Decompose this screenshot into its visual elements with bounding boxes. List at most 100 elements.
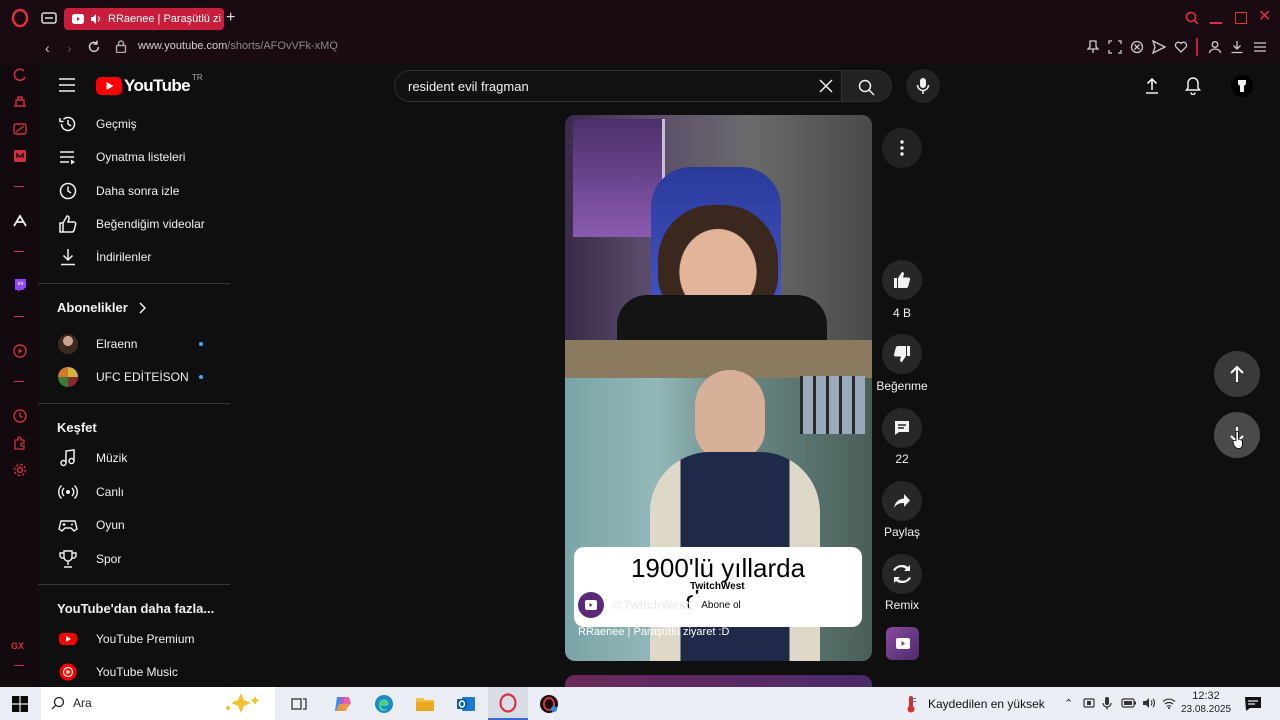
channel-avatar[interactable]	[578, 592, 604, 618]
speaker-icon[interactable]	[90, 13, 102, 25]
pin-icon[interactable]	[1086, 40, 1100, 54]
minimize-button[interactable]	[1210, 22, 1222, 24]
scroll-down-arrow[interactable]: ⌄	[228, 676, 230, 685]
taskbar-opera-gx-active[interactable]	[488, 687, 528, 720]
taskbar-search-box[interactable]: Ara	[41, 687, 275, 720]
sidebar-item-youtube-premium[interactable]: YouTube Premium	[38, 622, 230, 655]
restore-button[interactable]	[1235, 12, 1247, 24]
crypto-wallet-icon[interactable]	[12, 121, 28, 137]
hamburger-menu-icon[interactable]	[58, 77, 76, 93]
dislike-button[interactable]	[882, 334, 922, 374]
messenger-icon[interactable]	[12, 148, 28, 164]
like-button[interactable]	[882, 260, 922, 300]
tab-overview-icon[interactable]	[41, 11, 57, 25]
sidebar-item-live[interactable]: Canlı	[38, 475, 230, 508]
notifications-button[interactable]	[1185, 76, 1201, 95]
sidebar-item-playlists[interactable]: Oynatma listeleri	[38, 140, 230, 173]
thumbs-up-icon	[59, 214, 77, 233]
history-sidebar-icon[interactable]	[12, 408, 28, 424]
show-hidden-icons-button[interactable]: ⌃	[1064, 697, 1073, 710]
remix-button[interactable]	[882, 554, 922, 594]
subscription-item-elraenn[interactable]: Elraenn	[38, 327, 230, 360]
search-input[interactable]: resident evil fragman	[394, 70, 842, 102]
previous-short-button[interactable]	[1214, 351, 1260, 397]
tray-app-icon[interactable]	[1083, 697, 1095, 709]
snapshot-icon[interactable]	[1108, 40, 1122, 54]
easy-setup-icon[interactable]	[1253, 40, 1267, 54]
search-tabs-icon[interactable]	[1185, 11, 1199, 25]
voice-search-button[interactable]	[906, 69, 940, 103]
workspace-icon[interactable]	[12, 94, 28, 110]
address-bar: ‹ › www.youtube.com/shorts/AFOvVFk-xMQ	[0, 36, 1280, 63]
sidebar-item-label: YouTube Premium	[96, 631, 195, 646]
battery-icon[interactable]	[1121, 697, 1137, 709]
shorts-player[interactable]: 1900'lü yıllarda d m: TwitchWest @Twitch…	[565, 115, 872, 661]
subscribe-button[interactable]: Abone ol	[689, 593, 753, 617]
thermometer-icon[interactable]	[904, 695, 918, 713]
heart-icon[interactable]	[1174, 40, 1188, 54]
forward-button[interactable]: ›	[67, 40, 72, 56]
more-from-youtube-title: YouTube'dan daha fazla...	[57, 601, 215, 616]
subscription-item-ufc-editeison[interactable]: UFC EDİTEİSON	[38, 360, 230, 393]
opera-gx-secondary-icon[interactable]	[539, 694, 559, 714]
more-options-button[interactable]	[882, 128, 922, 168]
sidebar-item-history[interactable]: Geçmiş	[38, 108, 230, 140]
gx-corner-icon[interactable]: GX	[11, 641, 24, 651]
extensions-icon[interactable]	[12, 435, 28, 451]
sidebar-item-sports[interactable]: Spor	[38, 542, 230, 575]
twitch-icon[interactable]	[12, 277, 28, 293]
file-explorer-icon[interactable]	[415, 695, 435, 713]
settings-icon[interactable]	[12, 462, 28, 478]
sidebar-item-watch-later[interactable]: Daha sonra izle	[38, 174, 230, 207]
reload-button[interactable]	[87, 40, 101, 54]
subscriptions-header[interactable]: Abonelikler	[57, 300, 146, 315]
wifi-icon[interactable]	[1162, 697, 1176, 709]
sidebar-item-downloads[interactable]: İndirilenler	[38, 240, 230, 273]
copilot-icon[interactable]	[333, 694, 353, 714]
upload-button[interactable]	[1144, 77, 1160, 95]
back-button[interactable]: ‹	[45, 40, 50, 56]
avatar[interactable]	[1231, 75, 1253, 97]
task-view-icon[interactable]	[291, 696, 307, 712]
active-tab[interactable]: RRaenee | Paraşütlü zi	[64, 8, 224, 30]
sidebar-item-label: Canlı	[96, 484, 125, 499]
search-button[interactable]	[842, 70, 892, 102]
channel-handle[interactable]: @TwitchWest	[612, 598, 689, 612]
audio-source-thumbnail[interactable]	[886, 627, 919, 660]
navigation-icon[interactable]	[12, 213, 28, 229]
clock[interactable]: 12:32 23.08.2025	[1180, 689, 1232, 717]
adblock-icon[interactable]	[1130, 40, 1144, 54]
short-title[interactable]: RRaenee | Paraşütlü ziyaret :D	[578, 626, 729, 638]
url-field[interactable]: www.youtube.com/shorts/AFOvVFk-xMQ	[138, 40, 338, 52]
thumbs-up-icon	[894, 272, 911, 288]
send-icon[interactable]	[1152, 40, 1166, 54]
sidebar-item-youtube-music[interactable]: YouTube Music	[38, 655, 230, 687]
volume-icon[interactable]	[1142, 697, 1156, 709]
share-button[interactable]	[882, 481, 922, 521]
close-button[interactable]: ✕	[1258, 8, 1271, 26]
account-icon[interactable]	[1208, 40, 1222, 54]
aria-icon[interactable]	[12, 67, 28, 83]
sidebar-item-liked-videos[interactable]: Beğendiğim videolar	[38, 207, 230, 240]
download-icon[interactable]	[1230, 40, 1244, 54]
sidebar-item-gaming[interactable]: Oyun	[38, 508, 230, 541]
next-short-preview[interactable]	[565, 675, 872, 687]
youtube-logo[interactable]: YouTube TR	[96, 73, 236, 96]
player-icon[interactable]	[12, 343, 28, 359]
new-tab-button[interactable]: +	[226, 10, 235, 26]
outlook-icon[interactable]	[456, 694, 476, 714]
clear-search-icon[interactable]	[819, 79, 833, 93]
sidebar-item-music[interactable]: Müzik	[38, 441, 230, 474]
microphone-tray-icon[interactable]	[1102, 696, 1112, 710]
lock-icon[interactable]	[115, 40, 127, 53]
opera-logo-icon[interactable]	[10, 8, 30, 28]
opera-gx-icon	[499, 693, 517, 713]
youtube-music-icon	[59, 663, 77, 680]
windows-start-button[interactable]	[12, 696, 28, 712]
edge-icon[interactable]	[374, 694, 394, 714]
sidebar-item-label: Beğendiğim videolar	[96, 216, 205, 231]
subscriptions-title: Abonelikler	[57, 300, 128, 315]
comments-button[interactable]	[882, 408, 922, 448]
notification-center-icon[interactable]	[1244, 696, 1262, 712]
weather-text[interactable]: Kaydedilen en yüksek	[928, 697, 1045, 711]
